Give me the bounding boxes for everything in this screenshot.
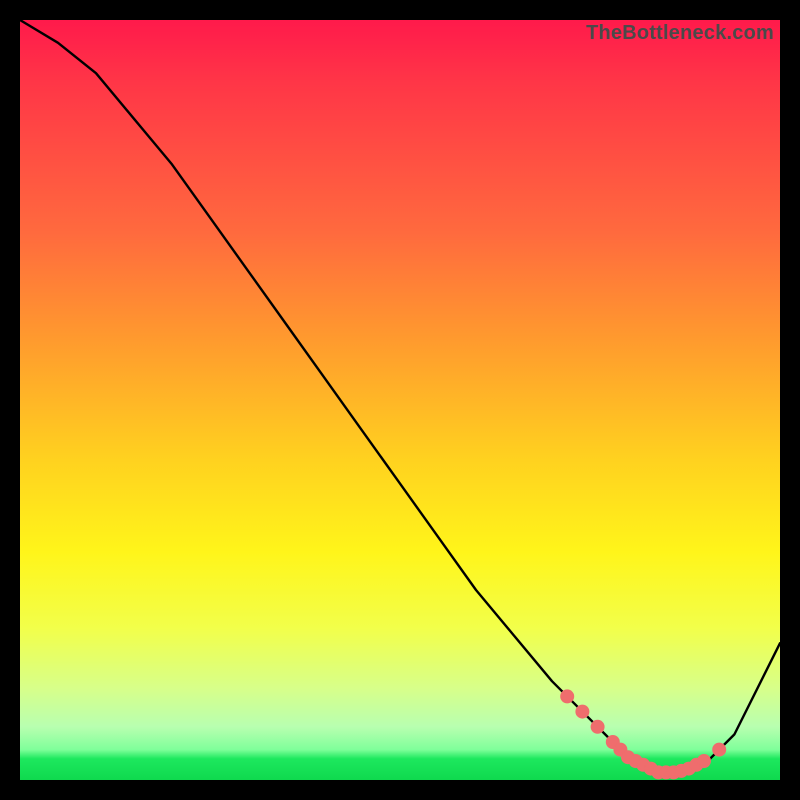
marker-dot bbox=[591, 720, 604, 733]
chart-svg bbox=[20, 20, 780, 780]
marker-dot bbox=[698, 755, 711, 768]
chart-plot-area: TheBottleneck.com bbox=[20, 20, 780, 780]
marker-dot bbox=[576, 705, 589, 718]
highlight-markers bbox=[561, 690, 726, 779]
marker-dot bbox=[561, 690, 574, 703]
bottleneck-curve bbox=[20, 20, 780, 772]
chart-frame: TheBottleneck.com bbox=[0, 0, 800, 800]
marker-dot bbox=[713, 743, 726, 756]
